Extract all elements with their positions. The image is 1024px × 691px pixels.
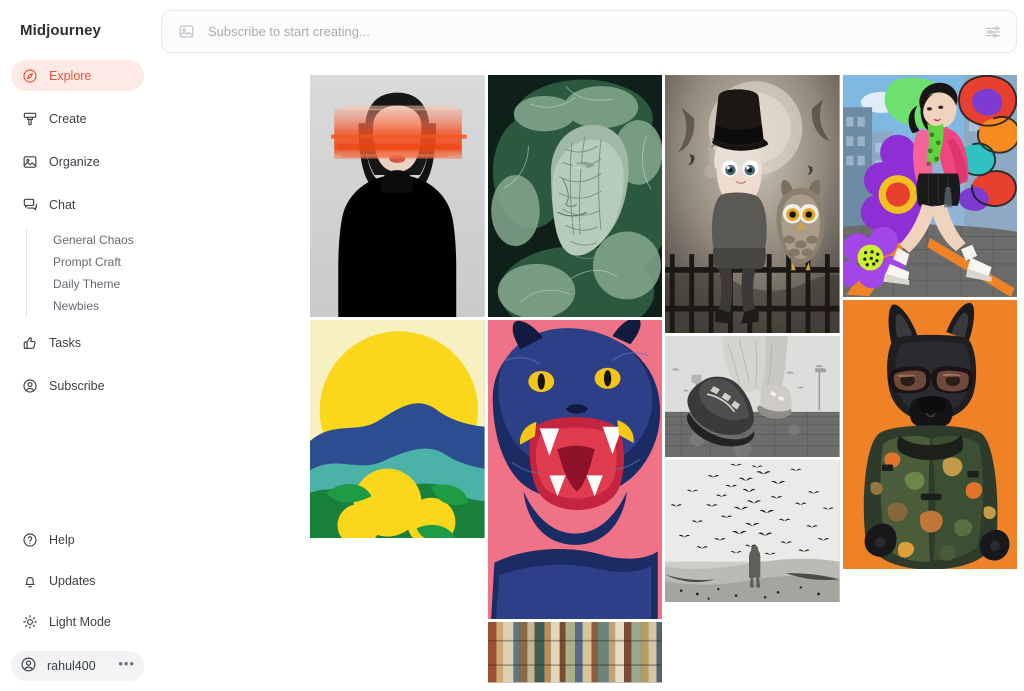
question-circle-icon	[21, 531, 38, 548]
sidebar-item-label: Organize	[49, 154, 100, 169]
sidebar-item-label: Explore	[49, 68, 92, 83]
gallery-column	[310, 75, 485, 691]
sidebar-item-organize[interactable]: Organize	[11, 146, 144, 177]
bell-icon	[21, 572, 38, 589]
user-menu-icon[interactable]: •••	[118, 657, 135, 672]
sidebar-item-help[interactable]: Help	[11, 524, 144, 555]
search-bar[interactable]	[161, 10, 1017, 53]
app-brand: Midjourney	[20, 22, 102, 39]
sidebar-item-label: Light Mode	[49, 614, 111, 629]
gallery-tile-birds-flock-figure[interactable]	[665, 460, 840, 603]
gallery-column	[842, 75, 1017, 691]
gallery-tile-yellow-sun-lemons-poster[interactable]	[310, 320, 485, 539]
image-gallery-grid	[155, 75, 1024, 691]
sidebar-item-label: Chat	[49, 197, 76, 212]
sidebar-item-general-chaos[interactable]: General Chaos	[53, 229, 155, 251]
image-icon	[21, 153, 38, 170]
sliders-icon[interactable]	[984, 23, 1002, 41]
user-name: rahul400	[47, 659, 96, 673]
gallery-column	[665, 75, 840, 691]
brush-icon	[21, 110, 38, 127]
sidebar-item-label: Tasks	[49, 335, 81, 350]
gallery-column	[487, 75, 662, 691]
search-input[interactable]	[208, 24, 971, 39]
sun-icon	[21, 613, 38, 630]
sidebar-item-chat[interactable]: Chat	[11, 189, 144, 220]
primary-nav: Explore Create Organize Chat General Cha…	[0, 60, 155, 401]
sidebar-item-tasks[interactable]: Tasks	[11, 327, 144, 358]
sidebar-item-label: Updates	[49, 573, 96, 588]
sidebar-item-newbies[interactable]: Newbies	[53, 295, 155, 317]
user-account-row[interactable]: rahul400 •••	[11, 651, 144, 681]
sidebar-item-create[interactable]: Create	[11, 103, 144, 134]
gallery-tile-pink-blazer-street-pop[interactable]	[842, 75, 1017, 297]
sidebar-item-explore[interactable]: Explore	[11, 60, 144, 91]
gallery-tile-dog-sunglasses-orange[interactable]	[842, 300, 1017, 570]
main-content	[155, 0, 1024, 691]
sidebar-item-label: Create	[49, 111, 87, 126]
chat-channel-list: General Chaos Prompt Craft Daily Theme N…	[26, 229, 155, 317]
chat-icon	[21, 196, 38, 213]
gallery-tile-sneaker-step-lowangle[interactable]	[665, 336, 840, 458]
search-bar-container	[155, 0, 1024, 53]
sidebar-item-light-mode[interactable]: Light Mode	[11, 606, 144, 637]
sidebar-item-prompt-craft[interactable]: Prompt Craft	[53, 251, 155, 273]
sidebar-item-label: Help	[49, 532, 75, 547]
sidebar-item-updates[interactable]: Updates	[11, 565, 144, 596]
sidebar-item-subscribe[interactable]: Subscribe	[11, 370, 144, 401]
thumbs-up-icon	[21, 334, 38, 351]
user-circle-icon	[21, 377, 38, 394]
app-root: Midjourney Explore Create Organize Chat …	[0, 0, 1024, 691]
gallery-tile-girl-tophat-owl-fence[interactable]	[665, 75, 840, 334]
sidebar: Midjourney Explore Create Organize Chat …	[0, 0, 155, 691]
image-icon	[178, 23, 195, 40]
gallery-tile-woman-orange-glitch-portrait[interactable]	[310, 75, 485, 318]
sidebar-item-label: Subscribe	[49, 378, 105, 393]
gallery-tile-bookshelf-spines[interactable]	[487, 622, 662, 683]
avatar	[20, 656, 37, 676]
sidebar-footer: Help Updates Light Mode rahul400 •••	[0, 524, 155, 691]
gallery-tile-blue-panther-roar[interactable]	[487, 320, 662, 620]
gallery-tile-cabbage-face-sculpture[interactable]	[487, 75, 662, 318]
compass-icon	[21, 67, 38, 84]
sidebar-item-daily-theme[interactable]: Daily Theme	[53, 273, 155, 295]
